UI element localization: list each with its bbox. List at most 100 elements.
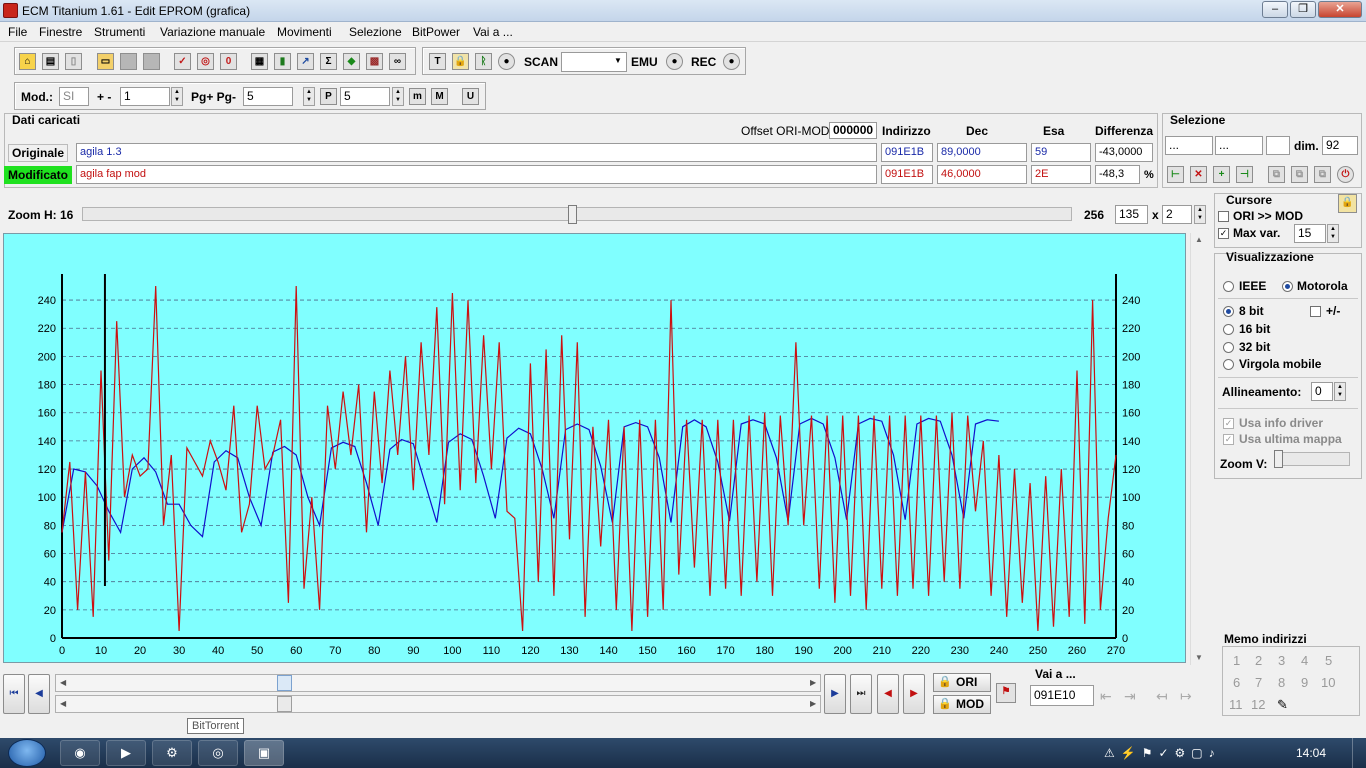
modificato-addr[interactable]: 091E1B bbox=[881, 165, 933, 184]
move-selection-icon[interactable]: ⧉ bbox=[1314, 166, 1331, 183]
scroll-left-icon[interactable]: ◀ bbox=[60, 678, 66, 687]
copy-icon[interactable]: ▯ bbox=[65, 53, 82, 70]
scroll-up-icon[interactable]: ▲ bbox=[1195, 235, 1203, 244]
scroll-left-icon[interactable]: ◀ bbox=[60, 699, 66, 708]
menu-bitpower[interactable]: BitPower bbox=[412, 25, 460, 39]
zoom-mult[interactable]: 2 bbox=[1162, 205, 1192, 224]
step-field[interactable]: 1 bbox=[120, 87, 170, 106]
show-desktop-button[interactable] bbox=[1352, 738, 1366, 768]
plot-area[interactable]: 0 0 20 20 40 40 60 60 80 80 100 100 120 120 140 140 160 1… bbox=[3, 233, 1186, 663]
maxvar-checkbox[interactable]: ✓ bbox=[1218, 228, 1229, 239]
originale-esa[interactable]: 59 bbox=[1031, 143, 1091, 162]
memo-slot[interactable]: 12 bbox=[1251, 697, 1265, 712]
next-button[interactable]: ▶ bbox=[824, 674, 846, 714]
close-button[interactable]: ✕ bbox=[1318, 1, 1362, 18]
originale-name[interactable]: agila 1.3 bbox=[76, 143, 877, 162]
prev-button[interactable]: ◀ bbox=[28, 674, 50, 714]
checksum-icon[interactable]: ◎ bbox=[197, 53, 214, 70]
memo-edit-icon[interactable]: ✎ bbox=[1277, 697, 1288, 713]
menu-file[interactable]: File bbox=[8, 25, 27, 39]
calendar-icon[interactable]: 0 bbox=[220, 53, 237, 70]
align-right-icon[interactable]: ⇥ bbox=[1124, 688, 1136, 705]
minimize-button[interactable]: ‒ bbox=[1262, 1, 1288, 18]
maximize-button[interactable]: ❐ bbox=[1290, 1, 1316, 18]
scroll-right-icon[interactable]: ▶ bbox=[810, 678, 816, 687]
ori-mod-checkbox[interactable] bbox=[1218, 211, 1229, 222]
step-spinner[interactable]: ▲ ▼ bbox=[171, 87, 183, 106]
bit16-radio[interactable] bbox=[1223, 324, 1234, 335]
save-icon[interactable] bbox=[120, 53, 137, 70]
open-folder-icon[interactable]: ▭ bbox=[97, 53, 114, 70]
p-icon[interactable]: P bbox=[320, 88, 337, 105]
ecm-titanium-icon[interactable]: ▣ bbox=[244, 740, 284, 766]
media-player-icon[interactable]: ▶ bbox=[106, 740, 146, 766]
pg-field[interactable]: 5 bbox=[243, 87, 293, 106]
lock-icon[interactable]: 🔒 bbox=[452, 53, 469, 70]
text-icon[interactable]: T bbox=[429, 53, 446, 70]
originale-dec[interactable]: 89,0000 bbox=[937, 143, 1027, 162]
vaia-field[interactable]: 091E10 bbox=[1030, 685, 1094, 706]
back-icon[interactable]: ↤ bbox=[1156, 688, 1168, 705]
signed-checkbox[interactable] bbox=[1310, 306, 1321, 317]
memo-slot[interactable]: 10 bbox=[1321, 675, 1335, 690]
bit32-radio[interactable] bbox=[1223, 342, 1234, 353]
secondary-hscroll[interactable]: ◀ ▶ bbox=[55, 695, 821, 713]
rec-toggle-icon[interactable]: ● bbox=[723, 53, 740, 70]
zoomh-slider-track[interactable] bbox=[82, 207, 1072, 221]
secondary-hscroll-thumb[interactable] bbox=[277, 696, 292, 712]
memo-slot[interactable]: 8 bbox=[1278, 675, 1285, 690]
memo-slot[interactable]: 9 bbox=[1301, 675, 1308, 690]
power-icon[interactable]: ⏻ bbox=[1337, 166, 1354, 183]
select-end-icon[interactable]: ⊣ bbox=[1236, 166, 1253, 183]
m-small-icon[interactable]: m bbox=[409, 88, 426, 105]
selezione-extra[interactable] bbox=[1266, 136, 1290, 155]
virgola-radio[interactable] bbox=[1223, 359, 1234, 370]
last-page-button[interactable]: ⏭ bbox=[850, 674, 872, 714]
dim-field[interactable]: 92 bbox=[1322, 136, 1358, 155]
memo-slot[interactable]: 6 bbox=[1233, 675, 1240, 690]
select-start-icon[interactable]: ⊢ bbox=[1167, 166, 1184, 183]
select-clear-icon[interactable]: ✕ bbox=[1190, 166, 1207, 183]
p-field[interactable]: 5 bbox=[340, 87, 390, 106]
paste-selection-icon[interactable]: ⧉ bbox=[1291, 166, 1308, 183]
mod-field[interactable]: SI bbox=[59, 87, 89, 106]
main-hscroll[interactable]: ◀ ▶ bbox=[55, 674, 821, 692]
memo-slot[interactable]: 7 bbox=[1255, 675, 1262, 690]
menu-variazione[interactable]: Variazione manuale bbox=[160, 25, 265, 39]
allineamento-spinner[interactable]: ▲ ▼ bbox=[1334, 382, 1346, 401]
select-add-icon[interactable]: + bbox=[1213, 166, 1230, 183]
maxvar-spinner[interactable]: ▲ ▼ bbox=[1327, 224, 1339, 243]
memo-slot[interactable]: 1 bbox=[1233, 653, 1240, 668]
device-icon[interactable]: ▮ bbox=[274, 53, 291, 70]
p-spinner[interactable]: ▲ ▼ bbox=[392, 87, 404, 106]
first-page-button[interactable]: ⏮ bbox=[3, 674, 25, 714]
browser-icon[interactable]: ◎ bbox=[198, 740, 238, 766]
scroll-right-icon[interactable]: ▶ bbox=[810, 699, 816, 708]
app-icon[interactable]: ⚙ bbox=[152, 740, 192, 766]
memo-slot[interactable]: 5 bbox=[1325, 653, 1332, 668]
memo-slot[interactable]: 4 bbox=[1301, 653, 1308, 668]
usa-mappa-checkbox[interactable]: ✓ bbox=[1223, 434, 1234, 445]
align-left-icon[interactable]: ⇤ bbox=[1100, 688, 1112, 705]
chart-edit-icon[interactable]: ↗ bbox=[297, 53, 314, 70]
data-chart[interactable]: 0 020 2040 4060 6080 80100 100120 120140 140160 1… bbox=[4, 234, 1185, 662]
menu-selezione[interactable]: Selezione bbox=[349, 25, 402, 39]
scroll-down-icon[interactable]: ▼ bbox=[1195, 653, 1203, 662]
emu-toggle-icon[interactable]: ● bbox=[666, 53, 683, 70]
modificato-esa[interactable]: 2E bbox=[1031, 165, 1091, 184]
menu-movimenti[interactable]: Movimenti bbox=[277, 25, 332, 39]
offset-field[interactable]: 000000 bbox=[829, 122, 877, 139]
zoomh-value[interactable]: 135 bbox=[1115, 205, 1148, 224]
originale-diff[interactable]: -43,0000 bbox=[1095, 143, 1153, 162]
chrome-icon[interactable]: ◉ bbox=[60, 740, 100, 766]
cursor-lock-icon[interactable]: 🔒 bbox=[1338, 194, 1357, 213]
zoomv-slider-track[interactable] bbox=[1274, 452, 1350, 466]
memo-slot[interactable]: 3 bbox=[1278, 653, 1285, 668]
zoom-mult-spinner[interactable]: ▲ ▼ bbox=[1194, 205, 1206, 224]
zoomv-slider-thumb[interactable] bbox=[1274, 450, 1283, 468]
pg-spinner[interactable]: ▲ ▼ bbox=[303, 87, 315, 106]
windows-icon[interactable]: ▤ bbox=[42, 53, 59, 70]
ieee-radio[interactable] bbox=[1223, 281, 1234, 292]
binoculars-icon[interactable]: ∞ bbox=[389, 53, 406, 70]
zoomh-slider-thumb[interactable] bbox=[568, 205, 577, 224]
